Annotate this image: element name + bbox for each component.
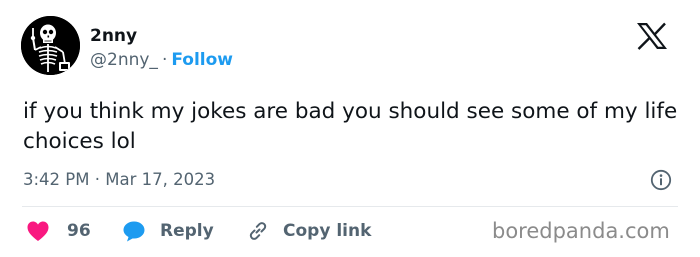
follow-button[interactable]: Follow — [171, 50, 233, 70]
x-logo-icon[interactable] — [634, 21, 670, 51]
link-icon — [249, 222, 267, 240]
tweet-text: if you think my jokes are bad you should… — [23, 99, 678, 154]
reply-button[interactable]: Reply — [122, 219, 214, 243]
tweet-date: Mar 17, 2023 — [105, 170, 216, 189]
separator: · — [161, 50, 168, 70]
reply-bubble-icon — [123, 221, 145, 242]
divider — [22, 206, 678, 207]
handle-row: @2nny_ · Follow — [90, 50, 233, 70]
copy-link-button[interactable]: Copy link — [246, 219, 371, 243]
avatar[interactable] — [21, 16, 80, 75]
info-icon[interactable] — [650, 169, 672, 191]
like-button[interactable]: 96 — [26, 219, 91, 243]
reply-label: Reply — [160, 221, 214, 241]
heart-icon — [27, 221, 49, 241]
like-count: 96 — [67, 221, 91, 241]
watermark: boredpanda.com — [492, 219, 670, 243]
handle[interactable]: @2nny_ — [90, 50, 158, 70]
date-separator: · — [94, 170, 100, 189]
copy-link-label: Copy link — [283, 221, 372, 241]
timestamp[interactable]: 3:42 PM · Mar 17, 2023 — [23, 170, 215, 189]
tweet-time: 3:42 PM — [23, 170, 90, 189]
display-name[interactable]: 2nny — [90, 26, 137, 46]
